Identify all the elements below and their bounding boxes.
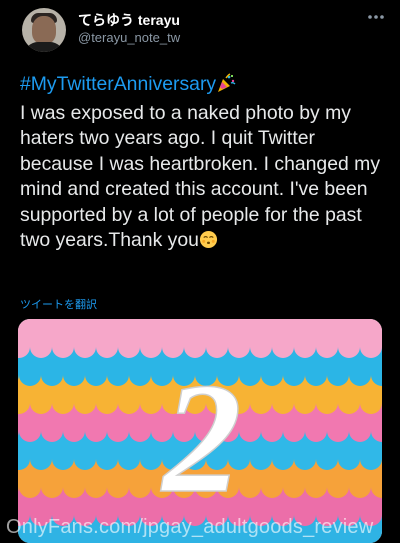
display-name[interactable]: てらゆう terayu	[78, 10, 180, 30]
translate-tweet-link[interactable]: ツイートを翻訳	[20, 296, 97, 312]
avatar-face	[32, 16, 56, 44]
more-options-icon[interactable]	[364, 6, 388, 28]
anniversary-number: 2	[161, 351, 242, 526]
tweet-body: I was exposed to a naked photo by my hat…	[20, 101, 381, 252]
anniversary-artwork: 2	[18, 319, 382, 543]
party-popper-icon	[216, 73, 236, 101]
kissing-face-icon	[199, 230, 218, 257]
hashtag-link[interactable]: #MyTwitterAnniversary	[20, 73, 216, 95]
avatar[interactable]	[22, 8, 66, 52]
avatar-shirt	[24, 42, 64, 52]
tweet-media-image[interactable]: 2	[18, 319, 382, 543]
watermark: OnlyFans.com/jpgay_adultgoods_review	[6, 516, 374, 538]
tweet-text: #MyTwitterAnniversary I was exposed to a…	[20, 72, 388, 257]
user-handle[interactable]: @terayu_note_tw	[78, 30, 180, 45]
